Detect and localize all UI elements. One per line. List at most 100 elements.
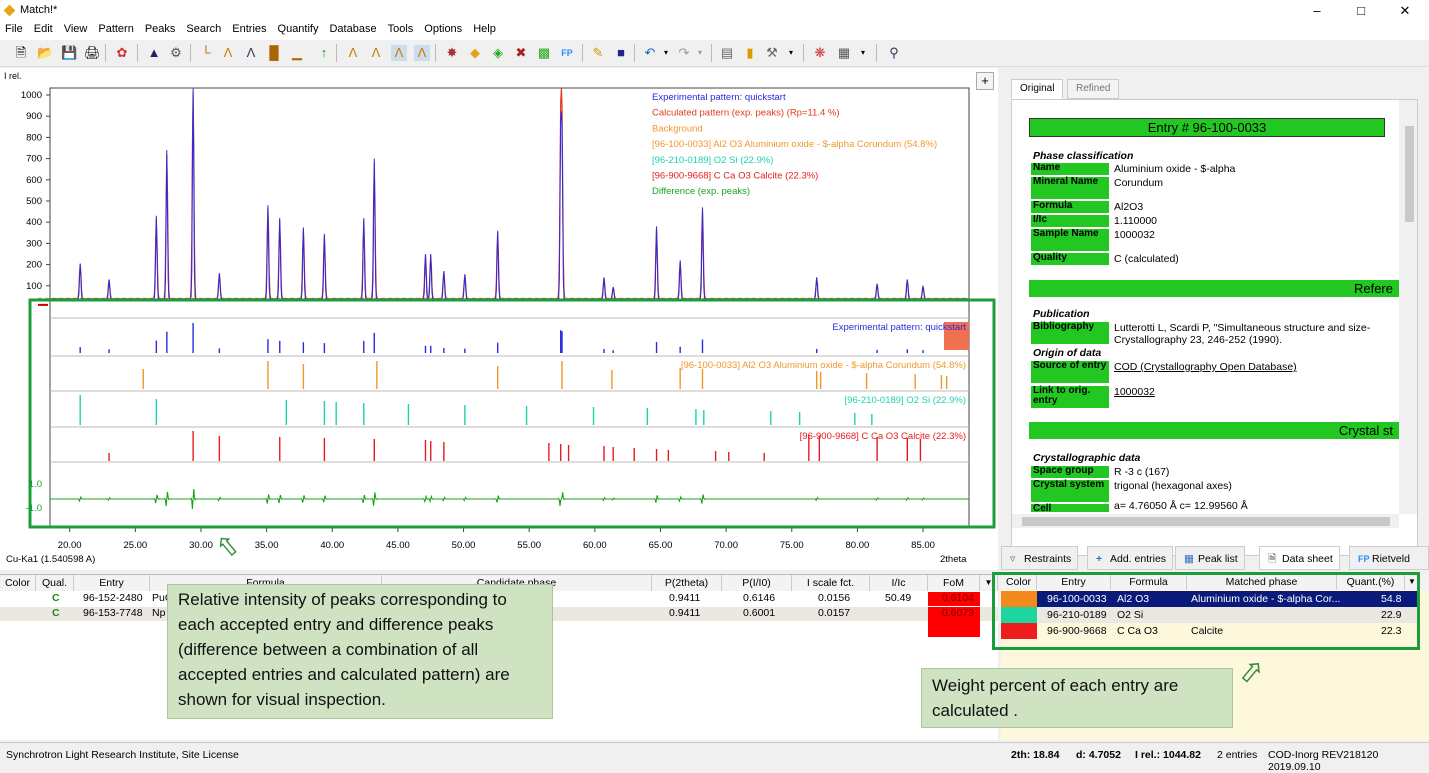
col-qual[interactable]: Qual.	[36, 575, 74, 591]
legend-entry: [96-100-0033] Al2 O3 Aluminium oxide - $…	[652, 139, 937, 150]
bookmark-icon[interactable]: ▮	[742, 45, 758, 61]
x-tick-label: 60.00	[583, 540, 607, 551]
diffraction-plot[interactable]: I rel. 10009008007006005004003002001001.…	[0, 68, 998, 570]
menu-file[interactable]: File	[0, 22, 29, 35]
quantify-icon[interactable]: ▩	[536, 45, 552, 61]
menu-peaks[interactable]: Peaks	[140, 22, 182, 35]
color-icon[interactable]: ■	[613, 45, 629, 61]
multi-peaks-icon[interactable]: Λ	[368, 45, 384, 61]
close-icon[interactable]: ✕	[1383, 0, 1427, 22]
legend-entry: Difference (exp. peaks)	[652, 186, 750, 197]
menu-options[interactable]: Options	[419, 22, 468, 35]
diffraction-plot-area[interactable]: I rel. 1000 900 800 700 600 500 400 300 200 100 1.…	[0, 68, 998, 570]
profile-fit-icon[interactable]: Λ	[243, 45, 259, 61]
peaks-toggle-icon[interactable]: Λ	[391, 45, 407, 61]
crystal-system-value: trigonal (hexagonal axes)	[1114, 480, 1232, 492]
show-peaks-icon[interactable]: Λ	[345, 45, 361, 61]
restraint-icon[interactable]: ✖	[513, 45, 529, 61]
space-group-label: Space group	[1031, 466, 1109, 478]
tab-peak-list[interactable]: ▦ Peak list	[1175, 546, 1245, 570]
menu-edit[interactable]: Edit	[29, 22, 59, 35]
print-icon[interactable]: 🖨	[84, 45, 101, 61]
fp-icon[interactable]: FP	[557, 45, 577, 61]
name-value: Aluminium oxide - $-alpha	[1114, 163, 1236, 175]
legend-entry: Experimental pattern: quickstart	[652, 92, 786, 103]
document-icon: 🗎	[1268, 553, 1277, 565]
peak-search-icon[interactable]: ▲	[146, 45, 162, 61]
tab-refined[interactable]: Refined	[1067, 79, 1120, 99]
menu-database[interactable]: Database	[324, 22, 382, 35]
tab-restraints[interactable]: ▿ Restraints	[1001, 546, 1079, 570]
orig-entry-link[interactable]: 1000032	[1114, 386, 1155, 398]
filter-icon[interactable]: ◈	[490, 45, 506, 61]
redo-icon[interactable]: ↷	[676, 45, 692, 61]
tab-original[interactable]: Original	[1011, 79, 1064, 99]
col-p2theta[interactable]: P(2theta)	[652, 575, 722, 591]
peak-bars-icon[interactable]: █	[266, 45, 282, 61]
horizontal-scroll-thumb[interactable]	[1022, 517, 1390, 526]
col-iic[interactable]: I/Ic	[870, 575, 928, 591]
x-tick-label: 35.00	[255, 540, 279, 551]
title-bar: Match!* – □ ✕	[0, 0, 1429, 22]
orig-link-label: Link to orig. entry	[1031, 386, 1109, 408]
diamond-icon[interactable]: ◆	[467, 45, 483, 61]
tab-add-entries[interactable]: + Add. entries	[1087, 546, 1174, 570]
search-match-icon[interactable]: ✸	[444, 45, 460, 61]
pattern-tool-icon[interactable]: ✿	[114, 45, 130, 61]
col-iscale[interactable]: I scale fct.	[792, 575, 870, 591]
status-2theta: 2th: 18.84	[1011, 749, 1060, 761]
peak-settings-icon[interactable]: ⚙	[168, 45, 184, 61]
status-irel: I rel.: 1044.82	[1135, 749, 1201, 761]
new-file-icon[interactable]: 🗎	[13, 45, 29, 61]
add-peak-icon[interactable]: ↑	[316, 45, 332, 61]
col-entry[interactable]: Entry	[74, 575, 150, 591]
vertical-scroll-thumb[interactable]	[1405, 126, 1414, 222]
save-icon[interactable]: 💾	[61, 45, 77, 61]
tools-icon[interactable]: ⚒	[764, 45, 780, 61]
menu-pattern[interactable]: Pattern	[93, 22, 139, 35]
bar-chart-icon[interactable]: └	[198, 45, 214, 61]
col-fom[interactable]: FoM	[928, 575, 980, 591]
menu-help[interactable]: Help	[468, 22, 502, 35]
color-wheel-icon[interactable]: ❋	[812, 45, 828, 61]
x-axis-title: 2theta	[940, 554, 967, 565]
report-icon[interactable]: ✎	[590, 45, 606, 61]
open-folder-icon[interactable]: 📂	[37, 45, 53, 61]
app-icon	[3, 4, 16, 17]
tools-dropdown-icon[interactable]: ▾	[783, 45, 799, 61]
entry-header: Entry # 96-100-0033	[1029, 118, 1385, 137]
maximize-icon[interactable]: □	[1339, 0, 1383, 22]
menu-entries[interactable]: Entries	[227, 22, 272, 35]
database-icon[interactable]: ▤	[719, 45, 735, 61]
undo-dropdown-icon[interactable]: ▾	[658, 45, 674, 61]
undo-icon[interactable]: ↶	[642, 45, 658, 61]
status-d: d: 4.7052	[1076, 749, 1121, 761]
menu-view[interactable]: View	[59, 22, 94, 35]
minimize-icon[interactable]: –	[1295, 0, 1339, 22]
tab-rietveld[interactable]: FP Rietveld	[1349, 546, 1429, 570]
chart-options-dropdown-icon[interactable]: ▾	[855, 45, 871, 61]
chart-options-icon[interactable]: ▦	[836, 45, 852, 61]
menu-quantify[interactable]: Quantify	[273, 22, 325, 35]
source-link[interactable]: COD (Crystallography Open Database)	[1114, 361, 1297, 373]
candidate-list: Color Qual. Entry Formula Candidate phas…	[0, 574, 998, 740]
calculated-pattern-line	[50, 88, 969, 301]
histogram-icon[interactable]: ▁	[289, 45, 305, 61]
license-text: Synchrotron Light Research Institute, Si…	[6, 749, 239, 761]
col-color[interactable]: Color	[0, 575, 36, 591]
add-plot-button[interactable]: +	[976, 72, 994, 90]
y-tick-label: 1000	[21, 90, 42, 101]
menu-tools[interactable]: Tools	[383, 22, 420, 35]
cell-label: Cell	[1031, 504, 1109, 514]
zoom-icon[interactable]: ⚲	[886, 45, 902, 61]
tab-data-sheet[interactable]: 🗎 Data sheet	[1259, 546, 1340, 570]
peak-profile-icon[interactable]: Λ	[220, 45, 236, 61]
status-entries: 2 entries	[1217, 749, 1258, 761]
formula-label: Formula	[1031, 201, 1109, 213]
redo-dropdown-icon[interactable]: ▾	[692, 45, 708, 61]
menu-search[interactable]: Search	[181, 22, 227, 35]
peaks-toggle2-icon[interactable]: Λ	[414, 45, 430, 61]
filter-icon: ▿	[1010, 553, 1016, 565]
col-pii0[interactable]: P(I/I0)	[722, 575, 792, 591]
quality-label: Quality	[1031, 253, 1109, 265]
